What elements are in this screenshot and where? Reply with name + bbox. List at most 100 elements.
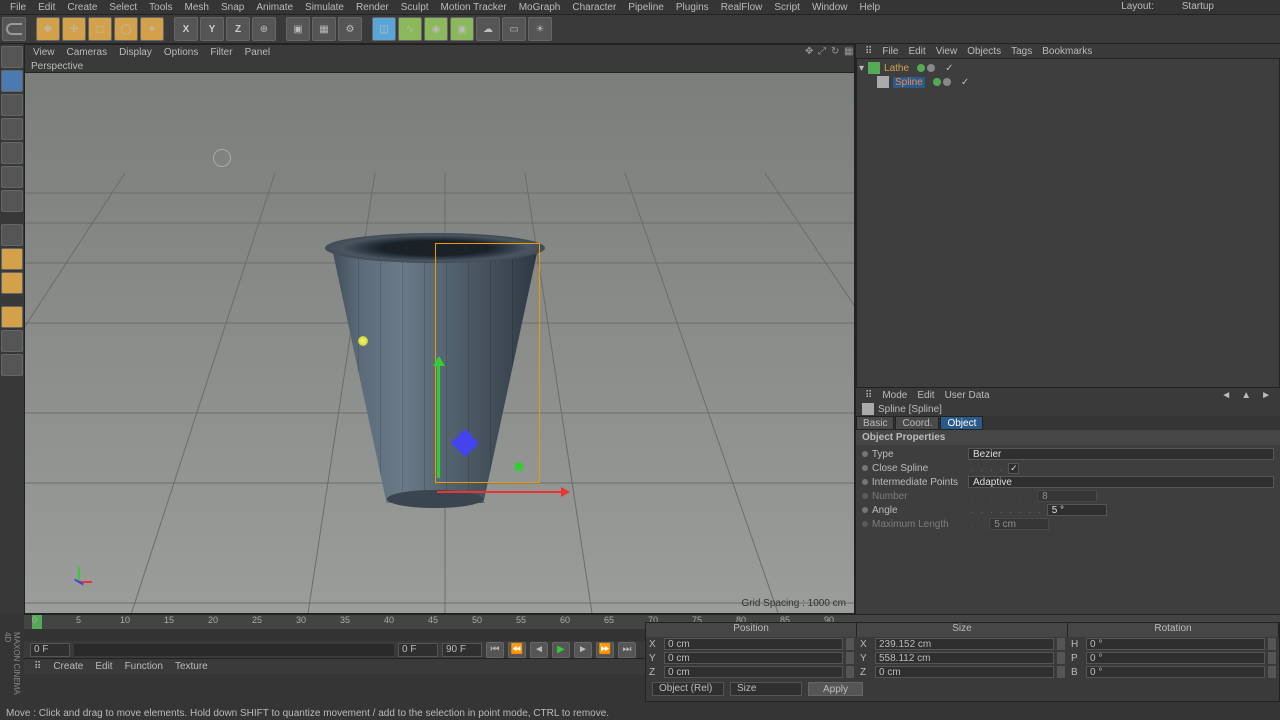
- goto-next-key-button[interactable]: ⏩: [596, 642, 614, 658]
- vp-pan-icon[interactable]: ✥: [801, 46, 811, 56]
- vp-menu-filter[interactable]: Filter: [206, 47, 236, 58]
- spinner[interactable]: [1057, 638, 1065, 650]
- add-cube[interactable]: ◫: [372, 17, 396, 41]
- polygon-mode[interactable]: [1, 190, 23, 212]
- axis-x-lock[interactable]: X: [174, 17, 198, 41]
- viewport-3d[interactable]: Grid Spacing : 1000 cm: [25, 73, 854, 613]
- om-tags[interactable]: Tags: [1006, 46, 1037, 57]
- vp-menu-display[interactable]: Display: [115, 47, 156, 58]
- am-userdata[interactable]: User Data: [940, 390, 995, 401]
- spinner[interactable]: [1268, 652, 1276, 664]
- layout-dropdown[interactable]: Startup: [1176, 1, 1220, 12]
- mm-create[interactable]: Create: [47, 661, 89, 672]
- menu-simulate[interactable]: Simulate: [299, 2, 350, 13]
- vp-menu-panel[interactable]: Panel: [241, 47, 275, 58]
- coord-mode-dropdown[interactable]: Object (Rel): [652, 682, 724, 696]
- add-deformer[interactable]: ▣: [450, 17, 474, 41]
- menu-snap[interactable]: Snap: [215, 2, 250, 13]
- next-frame-button[interactable]: ►: [574, 642, 592, 658]
- menu-pipeline[interactable]: Pipeline: [622, 2, 670, 13]
- menu-help[interactable]: Help: [854, 2, 887, 13]
- range-slider[interactable]: [74, 644, 394, 656]
- edge-mode[interactable]: [1, 166, 23, 188]
- om-view[interactable]: View: [931, 46, 963, 57]
- goto-start-button[interactable]: ⏮: [486, 642, 504, 658]
- menu-sculpt[interactable]: Sculpt: [395, 2, 435, 13]
- prop-angle-field[interactable]: 5 °: [1047, 504, 1107, 516]
- menu-plugins[interactable]: Plugins: [670, 2, 715, 13]
- axis-x-gizmo[interactable]: [437, 491, 567, 493]
- spinner[interactable]: [846, 638, 854, 650]
- menu-window[interactable]: Window: [806, 2, 854, 13]
- spinner[interactable]: [1268, 638, 1276, 650]
- frame-current-field[interactable]: 0 F: [398, 643, 438, 657]
- tab-basic[interactable]: Basic: [856, 416, 894, 430]
- menu-mograph[interactable]: MoGraph: [513, 2, 567, 13]
- spinner[interactable]: [1268, 666, 1276, 678]
- texture-mode[interactable]: [1, 94, 23, 116]
- mm-function[interactable]: Function: [119, 661, 169, 672]
- object-tree[interactable]: ▾ Lathe ✓ Spline ✓: [856, 58, 1280, 388]
- vp-menu-cameras[interactable]: Cameras: [63, 47, 112, 58]
- axis-y-gizmo[interactable]: [437, 358, 440, 478]
- planar-workplane[interactable]: [1, 354, 23, 376]
- add-camera[interactable]: ▭: [502, 17, 526, 41]
- spinner[interactable]: [846, 666, 854, 678]
- coord-system[interactable]: ⊕: [252, 17, 276, 41]
- axis-y-lock[interactable]: Y: [200, 17, 224, 41]
- mm-texture[interactable]: Texture: [169, 661, 214, 672]
- frame-end-field[interactable]: 90 F: [442, 643, 482, 657]
- prop-close-checkbox[interactable]: ✓: [1008, 463, 1019, 474]
- tab-object[interactable]: Object: [940, 416, 983, 430]
- am-mode[interactable]: Mode: [877, 390, 912, 401]
- render-dot[interactable]: [927, 64, 935, 72]
- render-dot[interactable]: [943, 78, 951, 86]
- add-generator[interactable]: ◉: [424, 17, 448, 41]
- prev-frame-button[interactable]: ◄: [530, 642, 548, 658]
- workplane-tool[interactable]: [1, 306, 23, 328]
- rot-p-field[interactable]: 0 °: [1086, 652, 1265, 664]
- render-settings[interactable]: ⚙: [338, 17, 362, 41]
- rot-b-field[interactable]: 0 °: [1086, 666, 1265, 678]
- select-tool[interactable]: ✥: [36, 17, 60, 41]
- locked-workplane[interactable]: [1, 330, 23, 352]
- menu-tools[interactable]: Tools: [143, 2, 178, 13]
- am-nav-up-icon[interactable]: ▲: [1236, 390, 1256, 401]
- vp-rotate-icon[interactable]: ↻: [827, 46, 837, 56]
- spinner[interactable]: [1057, 666, 1065, 678]
- rotate-tool[interactable]: ◯: [114, 17, 138, 41]
- play-button[interactable]: ▶: [552, 642, 570, 658]
- coord-apply-button[interactable]: Apply: [808, 682, 863, 696]
- size-z-field[interactable]: 0 cm: [875, 666, 1054, 678]
- make-editable[interactable]: [1, 46, 23, 68]
- tree-label[interactable]: Lathe: [884, 63, 909, 74]
- spinner[interactable]: [1057, 652, 1065, 664]
- add-spline[interactable]: ∿: [398, 17, 422, 41]
- render-region[interactable]: ▦: [312, 17, 336, 41]
- menu-animate[interactable]: Animate: [250, 2, 299, 13]
- add-light[interactable]: ☀: [528, 17, 552, 41]
- vp-zoom-icon[interactable]: ⤢: [814, 46, 824, 56]
- vp-menu-options[interactable]: Options: [160, 47, 202, 58]
- tree-label[interactable]: Spline: [893, 77, 925, 88]
- size-x-field[interactable]: 239.152 cm: [875, 638, 1054, 650]
- add-environment[interactable]: ☁: [476, 17, 500, 41]
- goto-prev-key-button[interactable]: ⏪: [508, 642, 526, 658]
- snap-toggle[interactable]: [1, 272, 23, 294]
- menu-mesh[interactable]: Mesh: [179, 2, 215, 13]
- axis-z-lock[interactable]: Z: [226, 17, 250, 41]
- viewport-solo[interactable]: [1, 248, 23, 270]
- menu-file[interactable]: File: [4, 2, 32, 13]
- frame-start-field[interactable]: 0 F: [30, 643, 70, 657]
- menu-realflow[interactable]: RealFlow: [715, 2, 769, 13]
- pos-z-field[interactable]: 0 cm: [664, 666, 843, 678]
- om-edit[interactable]: Edit: [903, 46, 930, 57]
- goto-end-button[interactable]: ⏭: [618, 642, 636, 658]
- am-nav-back-icon[interactable]: ◄: [1216, 390, 1236, 401]
- am-handle-icon[interactable]: ⠿: [860, 390, 877, 401]
- vp-menu-view[interactable]: View: [29, 47, 59, 58]
- last-tool[interactable]: ✦: [140, 17, 164, 41]
- axis-mode[interactable]: [1, 224, 23, 246]
- tree-item-spline[interactable]: Spline ✓: [859, 75, 1277, 89]
- menu-render[interactable]: Render: [350, 2, 395, 13]
